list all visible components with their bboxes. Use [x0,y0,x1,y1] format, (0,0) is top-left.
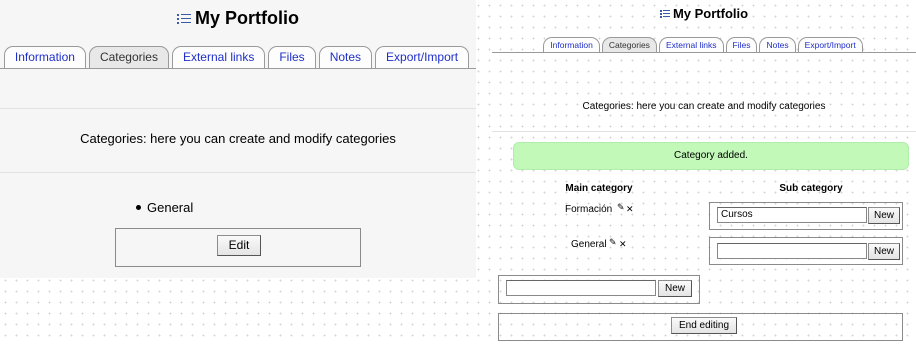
page-title-text: My Portfolio [672,6,749,21]
main-category-form: New [498,275,700,304]
edit-button[interactable]: Edit [217,235,261,256]
tab-external-links[interactable]: External links [658,37,724,52]
end-editing-button[interactable]: End editing [671,317,737,334]
edit-icon[interactable]: ✎ [617,202,625,212]
category-item: General [147,200,194,215]
edit-icon[interactable]: ✎ [609,237,617,247]
delete-icon[interactable]: ✕ [626,204,634,214]
end-editing-box: End editing [498,313,903,341]
page-description: Categories: here you can create and modi… [80,131,396,146]
edit-box: Edit [115,228,361,267]
sub-category-input[interactable] [717,243,867,259]
page-title: My Portfolio [492,6,916,21]
tab-bar: Information Categories External links Fi… [492,37,916,52]
divider [492,131,916,132]
page-title: My Portfolio [0,8,476,29]
tab-files[interactable]: Files [268,46,316,68]
new-sub-category-button[interactable]: New [868,243,900,260]
list-icon [659,9,670,18]
tab-bar: Information Categories External links Fi… [0,46,476,68]
tab-export-import[interactable]: Export/Import [375,46,470,68]
page-description: Categories: here you can create and modi… [582,101,826,112]
sub-category-form: Cursos New [709,202,903,230]
portfolio-panel-right: My Portfolio Information Categories Exte… [492,0,916,344]
tab-underline [0,68,476,69]
tab-external-links[interactable]: External links [171,46,266,68]
tab-notes[interactable]: Notes [318,46,373,68]
tab-information[interactable]: Information [543,37,600,52]
tab-underline [492,52,916,53]
category-name: General [571,239,607,250]
delete-icon[interactable]: ✕ [619,239,627,249]
bullet-icon [136,205,141,210]
main-category-header: Main category [565,183,633,194]
page-title-text: My Portfolio [195,8,299,28]
sub-category-input[interactable]: Cursos [717,207,867,223]
sub-category-header: Sub category [779,183,843,194]
divider [0,108,476,109]
tab-categories[interactable]: Categories [601,37,657,52]
tab-files[interactable]: Files [725,37,758,52]
sub-category-form: New [709,237,903,265]
tab-export-import[interactable]: Export/Import [797,37,863,52]
new-main-category-button[interactable]: New [658,280,692,297]
success-message: Category added. [513,142,909,170]
divider [0,172,476,173]
portfolio-panel-left: My Portfolio Information Categories Exte… [0,0,476,278]
category-name: Formación [565,204,613,215]
tab-information[interactable]: Information [3,46,86,68]
main-category-input[interactable] [506,280,656,296]
list-icon [177,13,191,24]
new-sub-category-button[interactable]: New [868,207,900,224]
tab-notes[interactable]: Notes [759,37,796,52]
tab-categories[interactable]: Categories [88,46,169,68]
